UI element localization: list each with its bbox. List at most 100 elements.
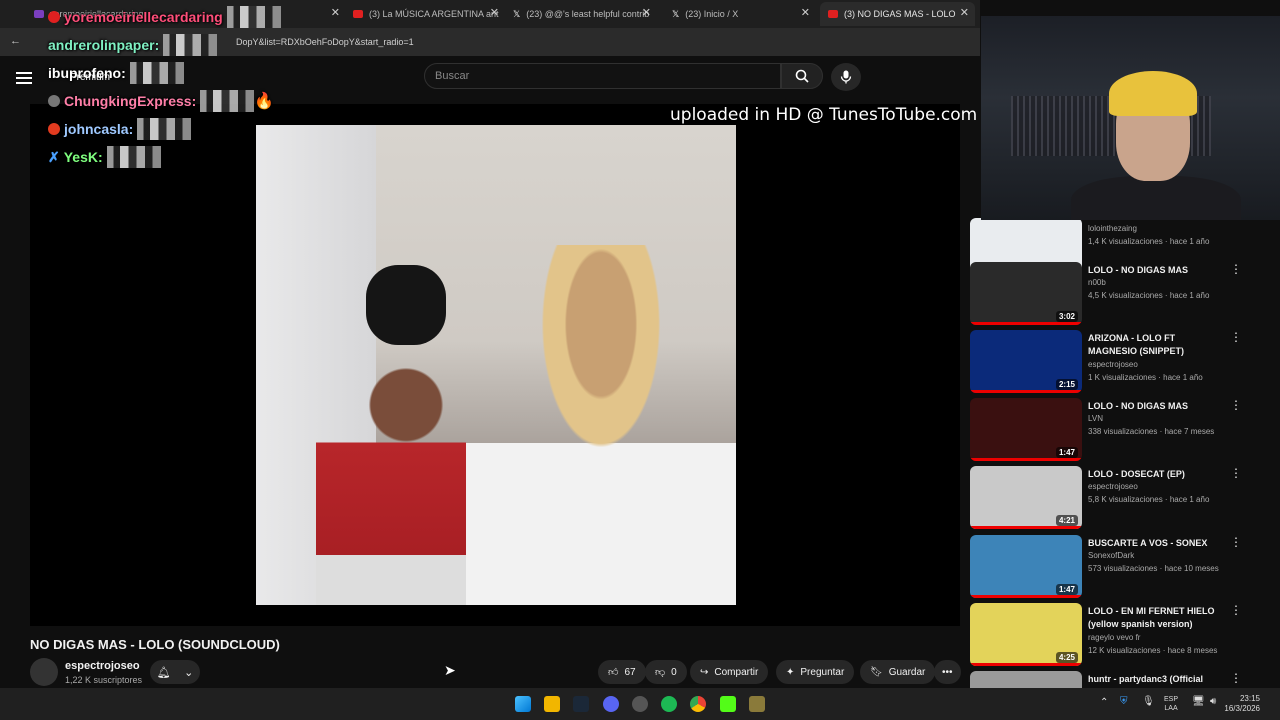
emote-icon <box>137 118 192 140</box>
emote-icon <box>226 6 281 28</box>
more-horizontal-icon: ••• <box>942 666 953 678</box>
more-button[interactable]: ••• <box>934 660 961 684</box>
emote-icon <box>163 34 218 56</box>
microphone-tray-icon[interactable]: 🎙︎ <box>1142 696 1155 707</box>
obs-icon[interactable] <box>632 696 648 712</box>
channel-avatar[interactable] <box>30 658 58 686</box>
more-vertical-icon[interactable]: ⋮ <box>1230 466 1242 480</box>
more-vertical-icon[interactable]: ⋮ <box>1230 535 1242 549</box>
notification-bell-button[interactable]: 🔔︎ ⌄ <box>150 660 200 684</box>
related-video-title[interactable]: huntr - partydanc3 (Official <box>1088 673 1218 686</box>
close-icon[interactable]: ✕ <box>331 6 340 19</box>
windows-start-icon[interactable] <box>515 696 531 712</box>
related-video-title[interactable]: LOLO - DOSECAT (EP) <box>1088 468 1218 481</box>
mic-button[interactable] <box>831 63 861 91</box>
chat-message: yoremoeiriellecardaring <box>48 6 281 28</box>
video-thumbnail[interactable]: 1:47 <box>970 398 1082 461</box>
watched-progress-bar <box>970 458 1082 461</box>
chat-username: yoremoeiriellecardaring <box>64 9 223 25</box>
related-video-meta: 5,8 K visualizaciones · hace 1 año <box>1088 495 1210 504</box>
watched-progress-bar <box>970 595 1082 598</box>
related-channel-name[interactable]: espectrojoseo <box>1088 360 1138 369</box>
tab-label: (3) La MÚSICA ARGENTINA ant <box>369 9 499 19</box>
close-icon[interactable]: ✕ <box>801 6 810 19</box>
youtube-favicon <box>828 10 838 18</box>
tab-4[interactable]: 𝕏 (23) Inicio / X ✕ <box>664 2 816 26</box>
dislike-count: 0 <box>671 666 677 678</box>
volume-icon[interactable]: 🔊︎ <box>1210 696 1216 707</box>
ask-button[interactable]: ✦ Preguntar <box>776 660 855 684</box>
language-indicator[interactable]: ESP LAA <box>1164 695 1178 713</box>
watched-progress-bar <box>970 390 1082 393</box>
clock[interactable]: 23:15 16/3/2026 <box>1224 694 1260 714</box>
chat-username: YesK: <box>63 149 103 165</box>
hamburger-menu-icon[interactable] <box>16 72 32 84</box>
chat-message: ibuprofeno: <box>48 62 184 84</box>
chrome-icon[interactable] <box>690 696 706 712</box>
related-channel-name[interactable]: n00b <box>1088 278 1106 287</box>
close-icon[interactable]: ✕ <box>960 6 969 19</box>
related-channel-name[interactable]: rageylo vevo fr <box>1088 633 1140 642</box>
search-input[interactable]: Buscar <box>424 63 781 89</box>
dislike-button[interactable]: 👎︎ 0 <box>645 660 687 684</box>
tab-label: (23) Inicio / X <box>685 9 739 19</box>
video-thumbnail[interactable]: 2:15 <box>970 330 1082 393</box>
close-icon[interactable]: ✕ <box>490 6 499 19</box>
chat-username: andrerolinpaper: <box>48 37 160 53</box>
tab-3[interactable]: 𝕏 (23) @@'s least helpful contrib ✕ <box>505 2 657 26</box>
save-button[interactable]: 🔖︎ Guardar <box>860 660 936 684</box>
tab-label: (23) @@'s least helpful contrib <box>526 9 650 19</box>
like-button[interactable]: 👍︎ 67 <box>598 660 646 684</box>
more-vertical-icon[interactable]: ⋮ <box>1230 262 1242 276</box>
search-button[interactable] <box>781 63 823 89</box>
more-vertical-icon[interactable]: ⋮ <box>1230 671 1242 685</box>
related-channel-name[interactable]: lolointhezaing <box>1088 224 1137 233</box>
related-video-title[interactable]: BUSCARTE A VOS - SONEX <box>1088 537 1218 550</box>
tab-active[interactable]: (3) NO DIGAS MAS - LOLO ✕ <box>820 2 975 26</box>
emote-icon <box>106 146 161 168</box>
like-count: 67 <box>624 666 636 678</box>
more-vertical-icon[interactable]: ⋮ <box>1230 330 1242 344</box>
related-video-title[interactable]: LOLO - NO DIGAS MAS <box>1088 400 1218 413</box>
kick-icon[interactable] <box>720 696 736 712</box>
chat-message: ✗ YesK: <box>48 146 161 168</box>
discord-icon[interactable] <box>603 696 619 712</box>
related-channel-name[interactable]: LVN <box>1088 414 1103 423</box>
related-video-meta: 338 visualizaciones · hace 7 meses <box>1088 427 1215 436</box>
tab-2[interactable]: (3) La MÚSICA ARGENTINA ant ✕ <box>345 2 505 26</box>
premium-label: Premium <box>70 72 111 83</box>
close-icon[interactable]: ✕ <box>642 6 651 19</box>
url-text[interactable]: DopY&list=RDXbOehFoDopY&start_radio=1 <box>236 37 414 47</box>
back-icon[interactable]: ← <box>10 35 21 47</box>
video-thumbnail[interactable]: 4:21 <box>970 466 1082 529</box>
tab-label: (3) NO DIGAS MAS - LOLO <box>844 9 956 19</box>
shield-icon[interactable]: ⛨ <box>1120 696 1128 707</box>
video-thumbnail[interactable]: 4:25 <box>970 603 1082 666</box>
file-explorer-icon[interactable] <box>544 696 560 712</box>
chevron-up-icon[interactable]: ⌃ <box>1100 697 1108 708</box>
video-thumbnail[interactable]: 3:02 <box>970 262 1082 325</box>
webcam-overlay <box>981 16 1280 220</box>
emote-icon <box>200 90 255 112</box>
video-frame-image <box>256 125 736 605</box>
clock-date: 16/3/2026 <box>1224 704 1260 713</box>
network-icon[interactable]: 🖥︎ <box>1192 696 1205 707</box>
more-vertical-icon[interactable]: ⋮ <box>1230 603 1242 617</box>
related-channel-name[interactable]: espectrojoseo <box>1088 482 1138 491</box>
related-video-title[interactable]: ARIZONA - LOLO FT MAGNESIO (SNIPPET) <box>1088 332 1218 358</box>
share-button[interactable]: ↪ Compartir <box>690 660 769 684</box>
steam-icon[interactable] <box>573 696 589 712</box>
related-video-title[interactable]: LOLO - NO DIGAS MAS <box>1088 264 1218 277</box>
related-video-meta: 1,4 K visualizaciones · hace 1 año <box>1088 237 1210 246</box>
spotify-icon[interactable] <box>661 696 677 712</box>
watched-progress-bar <box>970 663 1082 666</box>
related-channel-name[interactable]: SonexofDark <box>1088 551 1134 560</box>
chat-message: andrerolinpaper: <box>48 34 218 56</box>
video-thumbnail[interactable]: 1:47 <box>970 535 1082 598</box>
chat-badge-icon <box>48 95 60 107</box>
related-video-title[interactable]: LOLO - EN MI FERNET HIELO (yellow spanis… <box>1088 605 1218 631</box>
channel-name[interactable]: espectrojoseo <box>65 660 140 672</box>
minecraft-icon[interactable] <box>749 696 765 712</box>
more-vertical-icon[interactable]: ⋮ <box>1230 398 1242 412</box>
microphone-icon <box>840 70 852 84</box>
